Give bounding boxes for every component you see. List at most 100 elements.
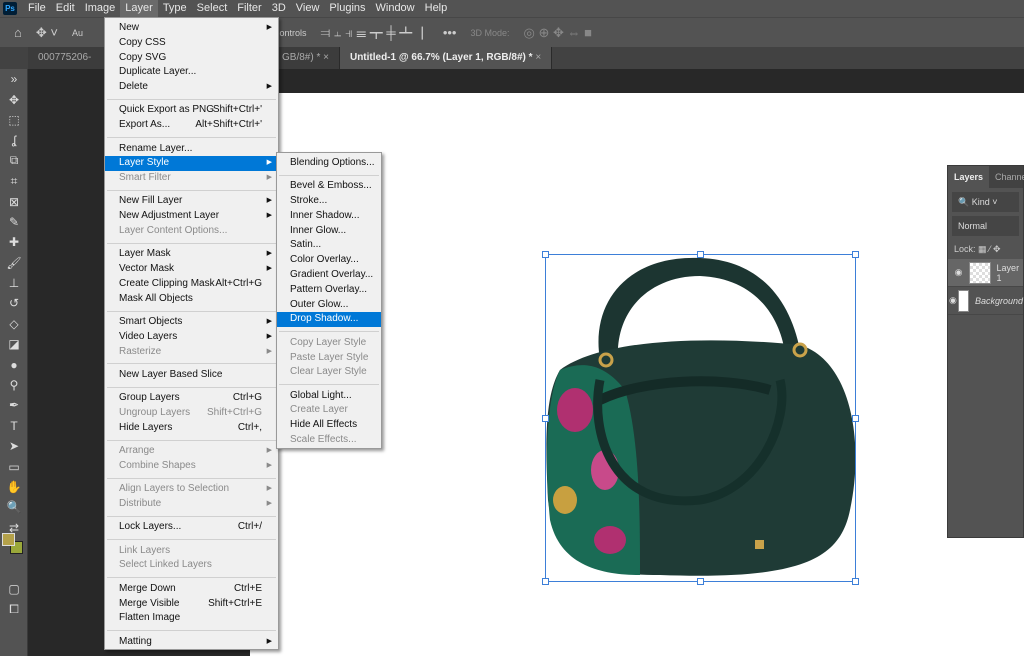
eye-icon[interactable]: ◉ [948,295,958,306]
tab-layers[interactable]: Layers [948,166,990,188]
menu-item-arrange: Arrange ▶ [105,444,278,459]
rectangle-tool-icon[interactable]: ▭ [0,456,28,476]
eyedropper-tool-icon[interactable]: ✎ [0,212,28,232]
more-icon[interactable]: ••• [443,25,457,40]
move-tool-icon[interactable]: ✥ [0,89,28,109]
tab-document-active[interactable]: Untitled-1 @ 66.7% (Layer 1, RGB/8#) * × [339,47,553,69]
menu-layer[interactable]: Layer [120,0,158,17]
menu-item-merge-visible[interactable]: Merge Visible Shift+Ctrl+E [105,597,278,612]
frame-tool-icon[interactable]: ⊠ [0,191,28,211]
menu-item-quick-export-as-png[interactable]: Quick Export as PNG Shift+Ctrl+' [105,103,278,118]
tab-channels[interactable]: Channels [989,166,1024,188]
menu-item-copy-css[interactable]: Copy CSS [105,36,278,51]
eye-icon[interactable]: ◉ [948,267,969,278]
home-icon[interactable]: ⌂ [14,25,22,40]
menu-item-matting[interactable]: Matting ▶ [105,635,278,650]
blur-tool-icon[interactable]: ● [0,354,28,374]
menu-item-hide-all-effects[interactable]: Hide All Effects [277,418,381,433]
menu-image[interactable]: Image [80,0,121,17]
menu-item-lock-layers[interactable]: Lock Layers... Ctrl+/ [105,520,278,535]
menu-item-layer-mask[interactable]: Layer Mask ▶ [105,247,278,262]
healing-brush-tool-icon[interactable]: ✚ [0,232,28,252]
menu-item-blending-options[interactable]: Blending Options... [277,156,381,171]
menu-item-rename-layer[interactable]: Rename Layer... [105,142,278,157]
menu-item-hide-layers[interactable]: Hide Layers Ctrl+, [105,421,278,436]
layer-filter-kind[interactable]: 🔍 Kind ˅ [952,192,1019,212]
menu-separator [105,436,278,445]
3d-tools-icons[interactable]: ◎ ⊕ ✥ ⇔ ■ [524,25,592,41]
clone-stamp-tool-icon[interactable]: ⊥ [0,273,28,293]
menu-item-vector-mask[interactable]: Vector Mask ▶ [105,262,278,277]
menu-select[interactable]: Select [192,0,233,17]
menu-item-pattern-overlay[interactable]: Pattern Overlay... [277,283,381,298]
menu-plugins[interactable]: Plugins [324,0,370,17]
menu-item-new[interactable]: New ▶ [105,21,278,36]
align-icons[interactable]: ⫤ ⫠ ⫣ ☰ ┳ ╪ ┻ ┃ [321,25,429,41]
menu-item-group-layers[interactable]: Group Layers Ctrl+G [105,391,278,406]
menu-item-duplicate-layer[interactable]: Duplicate Layer... [105,65,278,80]
menu-item-outer-glow[interactable]: Outer Glow... [277,298,381,313]
menu-item-new-layer-based-slice[interactable]: New Layer Based Slice [105,368,278,383]
path-select-tool-icon[interactable]: ➤ [0,436,28,456]
menu-file[interactable]: File [23,0,51,17]
paint-bucket-tool-icon[interactable]: ◪ [0,334,28,354]
quick-mask-icon[interactable]: ▢ [0,579,28,599]
menu-item-smart-objects[interactable]: Smart Objects ▶ [105,315,278,330]
menu-window[interactable]: Window [371,0,420,17]
lock-icons[interactable]: ▦ ⁄ ✥ [978,244,1001,254]
history-brush-tool-icon[interactable]: ↺ [0,293,28,313]
eraser-tool-icon[interactable]: ◇ [0,314,28,334]
menu-item-inner-shadow[interactable]: Inner Shadow... [277,209,381,224]
menu-type[interactable]: Type [158,0,192,17]
brush-tool-icon[interactable]: 🖌 [0,253,28,273]
menu-filter[interactable]: Filter [232,0,266,17]
menu-item-copy-svg[interactable]: Copy SVG [105,51,278,66]
menu-item-merge-down[interactable]: Merge Down Ctrl+E [105,582,278,597]
menu-item-mask-all-objects[interactable]: Mask All Objects [105,292,278,307]
menu-view[interactable]: View [291,0,325,17]
menu-separator [105,474,278,483]
hand-tool-icon[interactable]: ✋ [0,477,28,497]
menu-edit[interactable]: Edit [51,0,80,17]
layer-row[interactable]: ◉ Background [948,287,1023,315]
menu-item-gradient-overlay[interactable]: Gradient Overlay... [277,268,381,283]
object-select-tool-icon[interactable]: ⧉ [0,151,28,171]
menu-item-bevel-emboss[interactable]: Bevel & Emboss... [277,179,381,194]
layer-row[interactable]: ◉ Layer 1 [948,259,1023,287]
menu-item-new-fill-layer[interactable]: New Fill Layer ▶ [105,194,278,209]
color-swatches[interactable] [2,533,24,555]
menu-item-flatten-image[interactable]: Flatten Image [105,611,278,626]
menu-item-video-layers[interactable]: Video Layers ▶ [105,330,278,345]
auto-select-checkbox[interactable]: Au [72,28,83,38]
crop-tool-icon[interactable]: ⌗ [0,171,28,191]
lasso-tool-icon[interactable]: ʆ [0,130,28,150]
menu-item-stroke[interactable]: Stroke... [277,194,381,209]
foreground-color[interactable] [2,533,15,546]
menu-help[interactable]: Help [420,0,453,17]
menu-item-color-overlay[interactable]: Color Overlay... [277,253,381,268]
pen-tool-icon[interactable]: ✒ [0,395,28,415]
menu-item-export-as[interactable]: Export As... Alt+Shift+Ctrl+' [105,118,278,133]
menu-item-new-adjustment-layer[interactable]: New Adjustment Layer ▶ [105,209,278,224]
menu-item-global-light[interactable]: Global Light... [277,389,381,404]
zoom-tool-icon[interactable]: 🔍 [0,497,28,517]
menu-item-label: Quick Export as PNG [119,104,215,116]
screen-mode-icon[interactable]: ⧠ [0,599,28,619]
menu-item-create-clipping-mask[interactable]: Create Clipping Mask Alt+Ctrl+G [105,277,278,292]
menu-item-inner-glow[interactable]: Inner Glow... [277,224,381,239]
tab-document-1[interactable]: 000775206-R499… [28,47,108,69]
collapse-icon[interactable]: » [0,69,28,89]
dodge-tool-icon[interactable]: ⚲ [0,375,28,395]
blend-mode-select[interactable]: Normal [952,216,1019,236]
close-tab-icon[interactable]: × [535,52,541,63]
marquee-tool-icon[interactable]: ⬚ [0,110,28,130]
menu-3d[interactable]: 3D [267,0,291,17]
type-tool-icon[interactable]: T [0,416,28,436]
menu-item-delete[interactable]: Delete ▶ [105,80,278,95]
menu-item-label: Drop Shadow... [290,313,359,325]
menu-item-satin[interactable]: Satin... [277,238,381,253]
submenu-arrow-icon: ▶ [266,24,272,31]
move-tool-icon[interactable]: ✥ ˅ [36,25,58,41]
menu-item-layer-style[interactable]: Layer Style ▶ [105,156,278,172]
menu-item-drop-shadow[interactable]: Drop Shadow... [277,312,381,328]
